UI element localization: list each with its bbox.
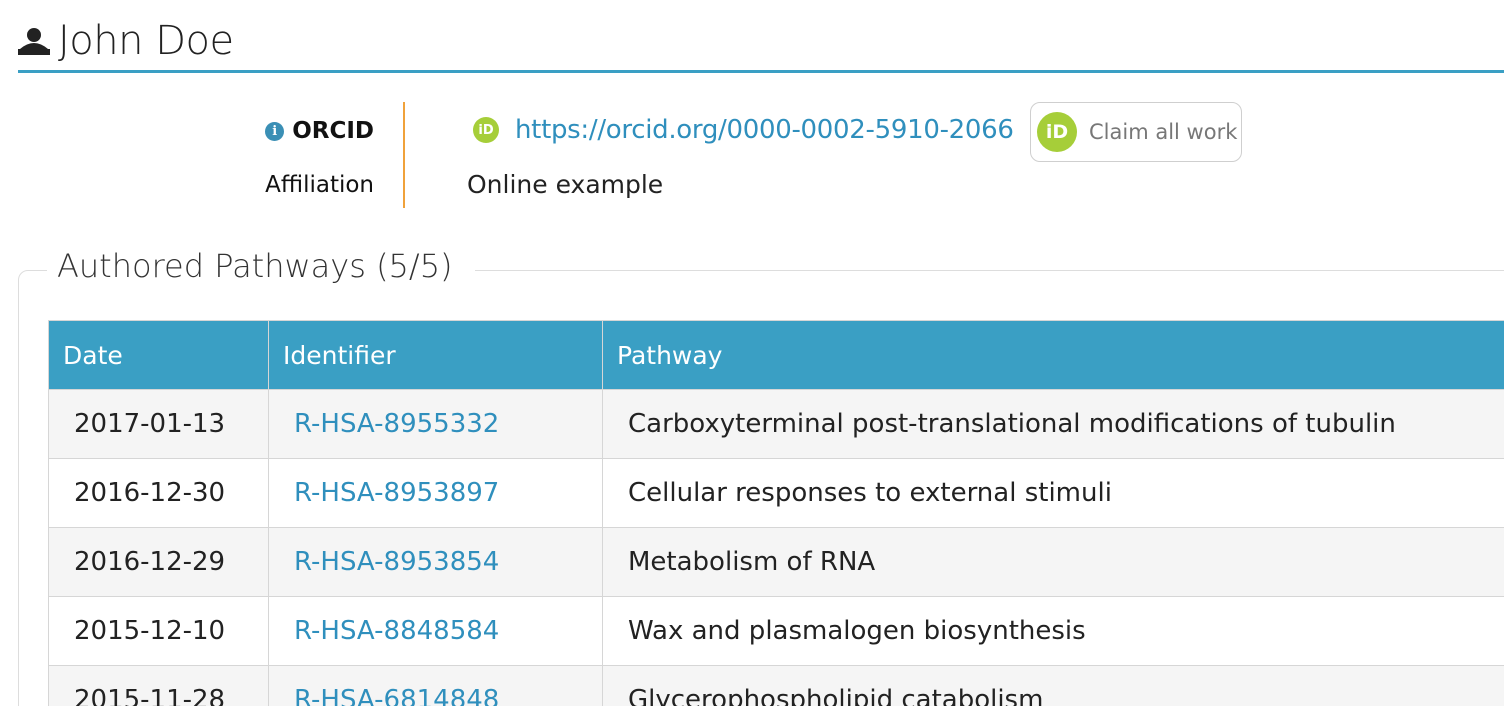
table-header-row: Date Identifier Pathway xyxy=(48,320,1504,390)
identifier-cell: R-HSA-8953897 xyxy=(268,458,603,528)
date-cell: 2015-11-28 xyxy=(48,665,269,706)
orcid-label: i ORCID xyxy=(265,118,374,144)
authored-pathways-title: Authored Pathways (5/5) xyxy=(47,247,475,285)
table-row: 2016-12-29 R-HSA-8953854 Metabolism of R… xyxy=(48,527,1504,597)
identifier-link[interactable]: R-HSA-6814848 xyxy=(294,685,499,706)
identifier-cell: R-HSA-6814848 xyxy=(268,665,603,706)
person-header: John Doe xyxy=(18,14,1504,73)
orcid-link[interactable]: https://orcid.org/0000-0002-5910-2066 xyxy=(515,115,1014,145)
orcid-icon: iD xyxy=(1037,112,1077,152)
date-cell: 2016-12-29 xyxy=(48,527,269,597)
orcid-label-text: ORCID xyxy=(292,118,374,144)
pathway-cell: Glycerophospholipid catabolism xyxy=(602,665,1504,706)
affiliation-value: Online example xyxy=(467,170,664,199)
date-cell: 2017-01-13 xyxy=(48,389,269,459)
date-cell: 2015-12-10 xyxy=(48,596,269,666)
affiliation-label: Affiliation xyxy=(265,172,374,198)
pathway-cell: Carboxyterminal post-translational modif… xyxy=(602,389,1504,459)
table-row: 2015-12-10 R-HSA-8848584 Wax and plasmal… xyxy=(48,596,1504,666)
identifier-link[interactable]: R-HSA-8953897 xyxy=(294,478,499,508)
date-cell: 2016-12-30 xyxy=(48,458,269,528)
identifier-cell: R-HSA-8953854 xyxy=(268,527,603,597)
claim-button-label: Claim all work xyxy=(1089,120,1238,144)
column-header-pathway[interactable]: Pathway xyxy=(602,320,1504,390)
user-icon xyxy=(18,28,50,55)
orcid-value: iD https://orcid.org/0000-0002-5910-2066 xyxy=(473,115,1014,145)
table-row: 2017-01-13 R-HSA-8955332 Carboxyterminal… xyxy=(48,389,1504,459)
person-name: John Doe xyxy=(58,18,234,64)
identifier-link[interactable]: R-HSA-8955332 xyxy=(294,409,499,439)
info-divider xyxy=(403,102,405,208)
table-row: 2016-12-30 R-HSA-8953897 Cellular respon… xyxy=(48,458,1504,528)
identifier-link[interactable]: R-HSA-8848584 xyxy=(294,616,499,646)
identifier-link[interactable]: R-HSA-8953854 xyxy=(294,547,499,577)
orcid-icon: iD xyxy=(473,117,499,143)
info-icon[interactable]: i xyxy=(265,121,285,141)
pathway-cell: Wax and plasmalogen biosynthesis xyxy=(602,596,1504,666)
claim-all-work-button[interactable]: iD Claim all work xyxy=(1030,102,1242,162)
identifier-cell: R-HSA-8955332 xyxy=(268,389,603,459)
person-page: John Doe i ORCID Affiliation iD https://… xyxy=(0,0,1504,706)
column-header-identifier[interactable]: Identifier xyxy=(268,320,603,390)
table-row: 2015-11-28 R-HSA-6814848 Glycerophosphol… xyxy=(48,665,1504,706)
person-info: i ORCID Affiliation iD https://orcid.org… xyxy=(0,100,1504,212)
pathway-cell: Metabolism of RNA xyxy=(602,527,1504,597)
identifier-cell: R-HSA-8848584 xyxy=(268,596,603,666)
pathway-cell: Cellular responses to external stimuli xyxy=(602,458,1504,528)
column-header-date[interactable]: Date xyxy=(48,320,269,390)
pathways-table: Date Identifier Pathway 2017-01-13 R-HSA… xyxy=(48,320,1504,706)
